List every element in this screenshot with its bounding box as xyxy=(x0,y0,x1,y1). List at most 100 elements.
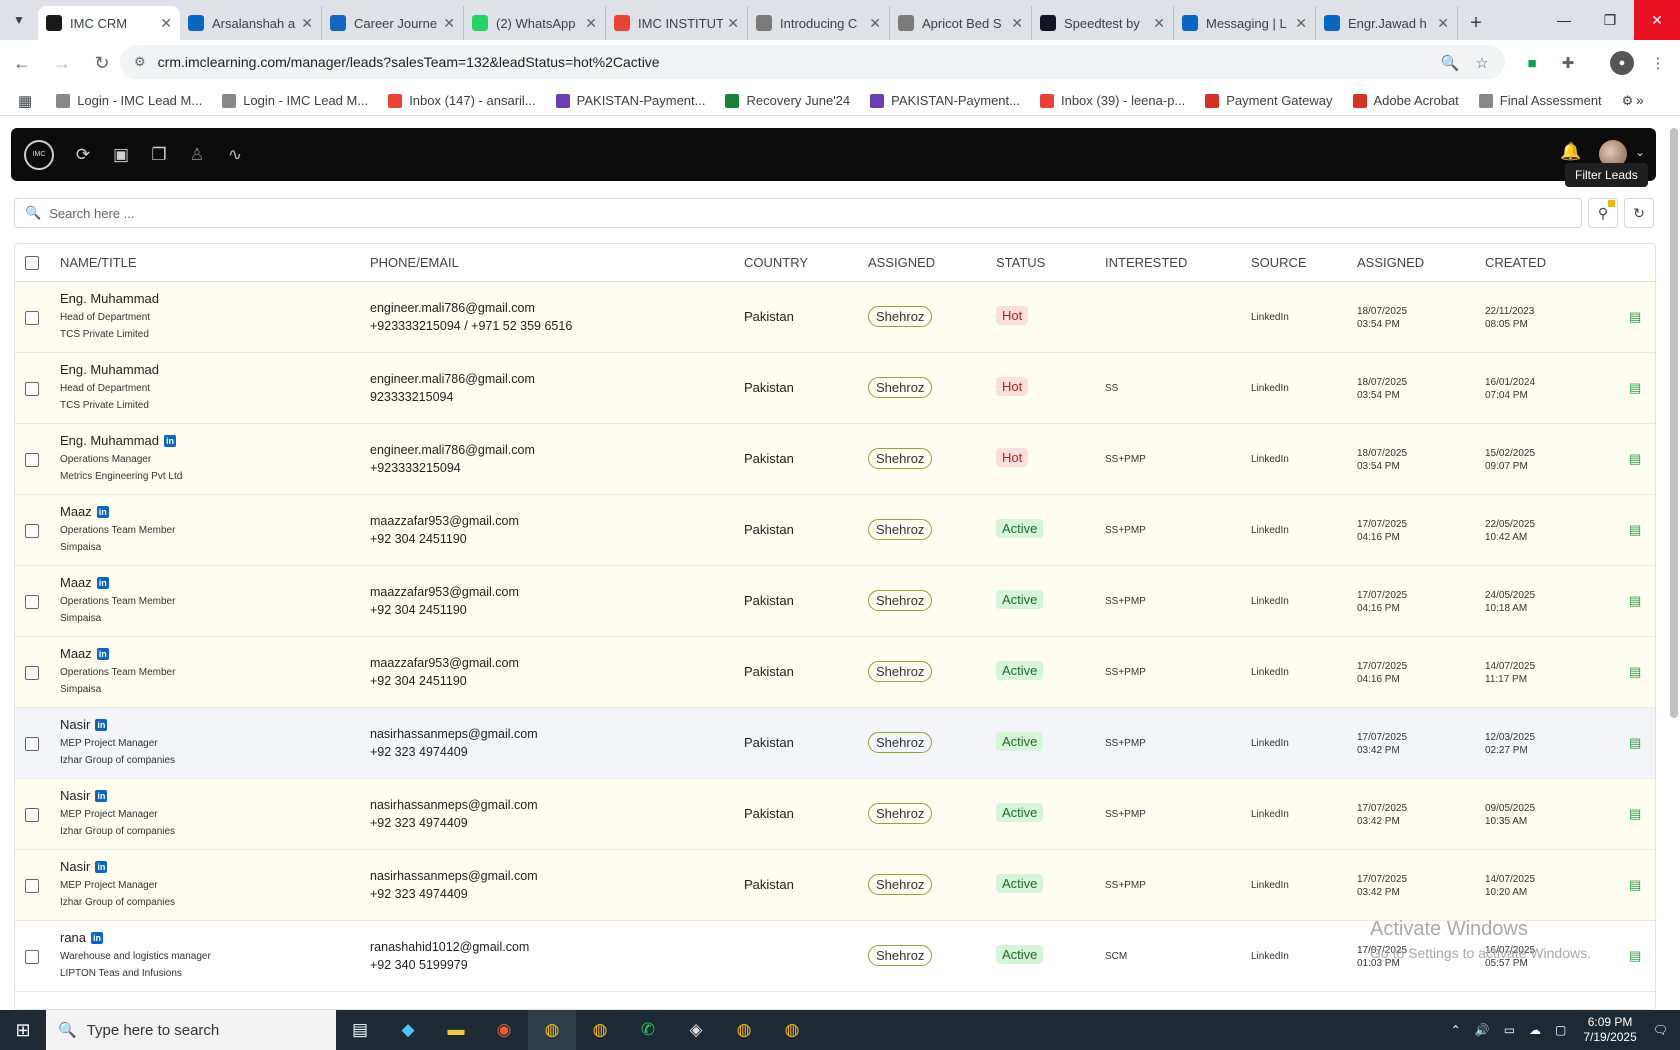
table-row[interactable]: Maaz in Operations Team Member Simpaisa m… xyxy=(15,495,1655,566)
lead-email[interactable]: engineer.mali786@gmail.com xyxy=(370,299,572,317)
status-badge[interactable]: Active xyxy=(996,519,1044,538)
row-checkbox[interactable] xyxy=(25,311,39,325)
browser-tab[interactable]: Career Journe ✕ xyxy=(322,6,464,40)
lead-name[interactable]: rana xyxy=(60,930,86,945)
browser-tab[interactable]: Arsalanshah a ✕ xyxy=(180,6,322,40)
bookmark-item[interactable]: Inbox (147) - ansaril... xyxy=(388,93,536,108)
row-checkbox[interactable] xyxy=(25,879,39,893)
row-checkbox[interactable] xyxy=(25,666,39,680)
assigned-pill[interactable]: Shehroz xyxy=(868,306,933,327)
avatar-chevron-down-icon[interactable]: ⌄ xyxy=(1635,145,1645,159)
bookmark-item[interactable]: PAKISTAN-Payment... xyxy=(870,93,1020,108)
browser-tab[interactable]: Speedtest by ✕ xyxy=(1032,6,1174,40)
activity-icon[interactable]: ∿ xyxy=(216,136,254,174)
app-pinned-icon[interactable]: ◉ xyxy=(480,1010,528,1050)
tab-search-chevron-icon[interactable]: ▼ xyxy=(0,0,38,40)
row-checkbox[interactable] xyxy=(25,808,39,822)
assigned-pill[interactable]: Shehroz xyxy=(868,448,933,469)
tab-close-icon[interactable]: ✕ xyxy=(585,15,597,32)
bookmark-item[interactable]: PAKISTAN-Payment... xyxy=(555,93,705,108)
browser-tab[interactable]: Engr.Jawad h ✕ xyxy=(1316,6,1458,40)
table-row[interactable]: Nasir in MEP Project Manager Izhar Group … xyxy=(15,850,1655,921)
lead-phone[interactable]: +923333215094 xyxy=(370,459,535,477)
browser-tab[interactable]: IMC CRM ✕ xyxy=(38,6,180,40)
assigned-pill[interactable]: Shehroz xyxy=(868,590,933,611)
lead-phone[interactable]: 923333215094 xyxy=(370,388,535,406)
network-icon[interactable]: ▭ xyxy=(1504,1023,1515,1037)
lead-phone[interactable]: +92 304 2451190 xyxy=(370,530,519,548)
lead-email[interactable]: maazzafar953@gmail.com xyxy=(370,583,519,601)
assigned-pill[interactable]: Shehroz xyxy=(868,803,933,824)
bookmark-item[interactable]: Inbox (39) - leena-p... xyxy=(1039,93,1185,108)
assigned-pill[interactable]: Shehroz xyxy=(868,732,933,753)
col-header-name[interactable]: NAME/TITLE xyxy=(60,255,137,270)
linkedin-icon[interactable]: in xyxy=(95,860,108,873)
copilot-icon[interactable]: ◆ xyxy=(384,1010,432,1050)
bookmark-overflow-icon[interactable]: ⚙ xyxy=(1622,93,1634,109)
assigned-pill[interactable]: Shehroz xyxy=(868,519,933,540)
minimize-button[interactable]: — xyxy=(1541,0,1587,40)
calendar-icon[interactable]: ▣ xyxy=(102,136,140,174)
refresh-list-button[interactable]: ↻ xyxy=(1624,198,1654,228)
taskbar-clock[interactable]: 6:09 PM 7/19/2025 xyxy=(1583,1015,1636,1045)
lead-notes-icon[interactable]: ▤ xyxy=(1629,309,1641,325)
chrome-profile-3-icon[interactable]: ◍ xyxy=(768,1010,816,1050)
row-checkbox[interactable] xyxy=(25,737,39,751)
status-badge[interactable]: Active xyxy=(996,732,1044,751)
col-header-source[interactable]: SOURCE xyxy=(1251,255,1307,270)
refresh-cycle-icon[interactable]: ⟳ xyxy=(64,136,102,174)
browser-tab[interactable]: Messaging | L ✕ xyxy=(1174,6,1316,40)
lead-search-input[interactable] xyxy=(49,205,1550,221)
lead-name[interactable]: Maaz xyxy=(60,646,92,661)
lead-name[interactable]: Eng. Muhammad xyxy=(60,433,159,448)
restore-button[interactable]: ❐ xyxy=(1587,0,1633,40)
status-badge[interactable]: Hot xyxy=(996,306,1029,325)
chrome-profile-icon[interactable]: ◍ xyxy=(576,1010,624,1050)
lead-email[interactable]: nasirhassanmeps@gmail.com xyxy=(370,867,538,885)
lead-email[interactable]: maazzafar953@gmail.com xyxy=(370,654,519,672)
col-header-status[interactable]: STATUS xyxy=(996,255,1045,270)
status-badge[interactable]: Active xyxy=(996,945,1044,964)
col-header-assigned-date[interactable]: ASSIGNED xyxy=(1357,255,1424,270)
lead-phone[interactable]: +92 304 2451190 xyxy=(370,672,519,690)
tab-close-icon[interactable]: ✕ xyxy=(1011,15,1023,32)
tab-close-icon[interactable]: ✕ xyxy=(160,15,172,32)
lead-notes-icon[interactable]: ▤ xyxy=(1629,380,1641,396)
imc-logo[interactable]: IMC xyxy=(24,139,54,170)
lead-name[interactable]: Nasir xyxy=(60,859,90,874)
whatsapp-icon[interactable]: ✆ xyxy=(624,1010,672,1050)
user-icon[interactable]: ♙ xyxy=(178,136,216,174)
bookmark-item[interactable]: Payment Gateway xyxy=(1205,93,1333,108)
col-header-contact[interactable]: PHONE/EMAIL xyxy=(370,255,459,270)
lead-email[interactable]: maazzafar953@gmail.com xyxy=(370,512,519,530)
lead-email[interactable]: nasirhassanmeps@gmail.com xyxy=(370,725,538,743)
lead-notes-icon[interactable]: ▤ xyxy=(1629,664,1641,680)
tab-close-icon[interactable]: ✕ xyxy=(1437,15,1449,32)
browser-tab[interactable]: IMC INSTITUT ✕ xyxy=(606,6,748,40)
bookmarks-more-chevron-icon[interactable]: » xyxy=(1636,92,1644,108)
app-shield-icon[interactable]: ◈ xyxy=(672,1010,720,1050)
table-row[interactable]: Nasir in MEP Project Manager Izhar Group … xyxy=(15,779,1655,850)
lead-email[interactable]: nasirhassanmeps@gmail.com xyxy=(370,796,538,814)
lead-phone[interactable]: +92 323 4974409 xyxy=(370,885,538,903)
tab-close-icon[interactable]: ✕ xyxy=(1153,15,1165,32)
windows-start-icon[interactable]: ⊞ xyxy=(0,1010,46,1050)
lead-phone[interactable]: +92 323 4974409 xyxy=(370,814,538,832)
status-badge[interactable]: Active xyxy=(996,803,1044,822)
extensions-puzzle-icon[interactable]: ✚ xyxy=(1556,51,1580,75)
new-tab-button[interactable]: + xyxy=(1458,6,1494,40)
row-checkbox[interactable] xyxy=(25,950,39,964)
status-badge[interactable]: Active xyxy=(996,874,1044,893)
lead-email[interactable]: ranashahid1012@gmail.com xyxy=(370,938,529,956)
col-header-country[interactable]: COUNTRY xyxy=(744,255,808,270)
profile-avatar-icon[interactable]: ● xyxy=(1610,51,1634,75)
status-badge[interactable]: Active xyxy=(996,661,1044,680)
browser-menu-icon[interactable]: ⋮ xyxy=(1646,51,1670,75)
linkedin-icon[interactable]: in xyxy=(95,789,108,802)
page-scrollbar[interactable] xyxy=(1670,128,1678,718)
lead-name[interactable]: Nasir xyxy=(60,717,90,732)
col-header-created[interactable]: CREATED xyxy=(1485,255,1546,270)
taskbar-search-box[interactable]: 🔍 Type here to search xyxy=(46,1010,336,1050)
lead-name[interactable]: Maaz xyxy=(60,575,92,590)
status-badge[interactable]: Hot xyxy=(996,377,1029,396)
